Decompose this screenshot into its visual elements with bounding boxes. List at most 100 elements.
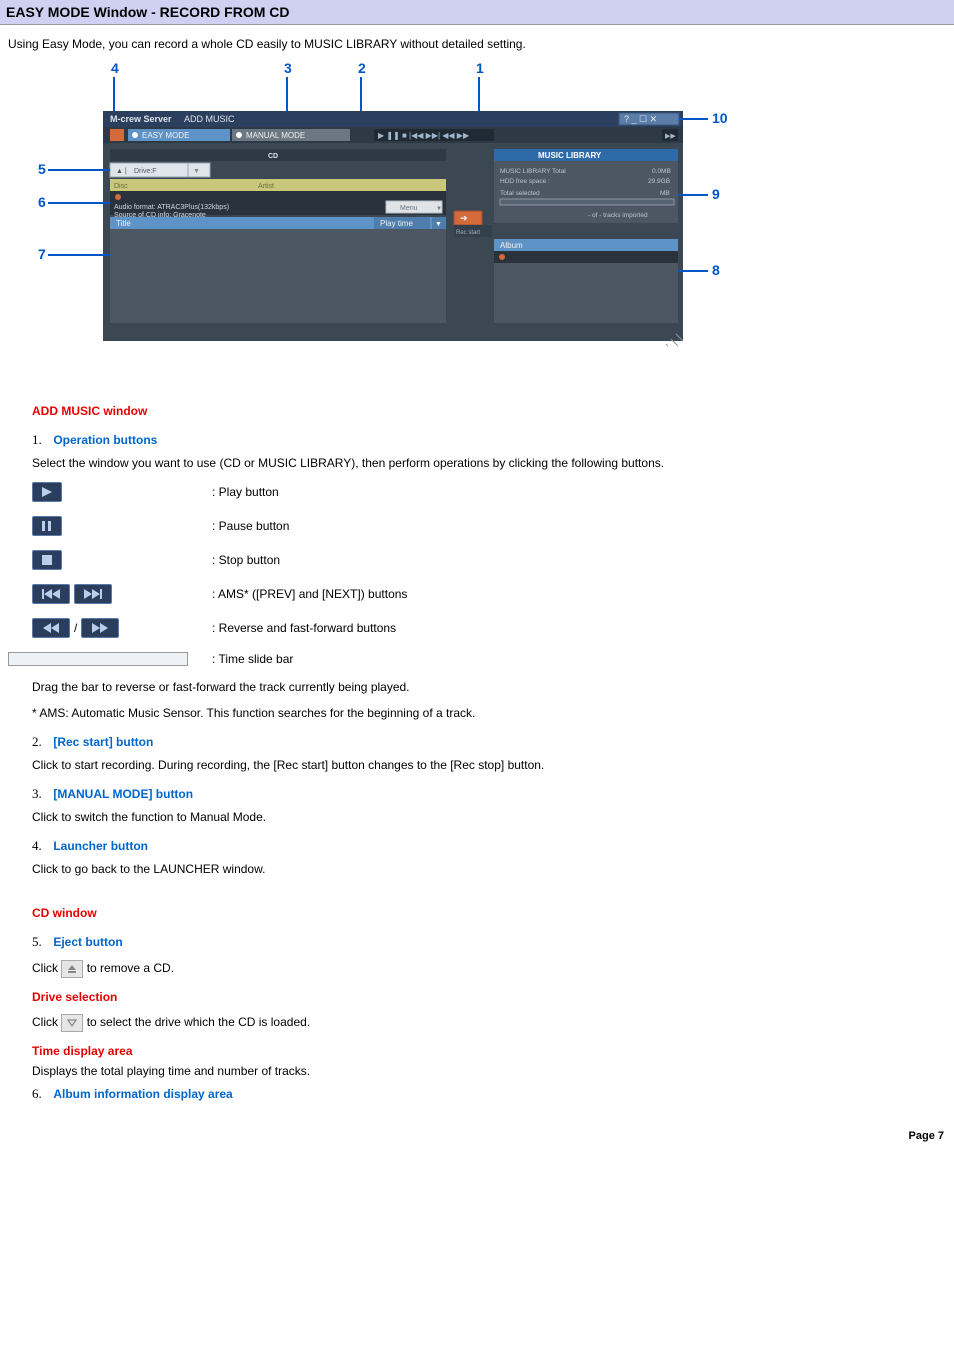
callout-6: 6 bbox=[38, 194, 46, 210]
step-1-desc: Select the window you want to use (CD or… bbox=[32, 456, 946, 470]
svg-text:Rec start: Rec start bbox=[456, 230, 480, 236]
eject-heading: Eject button bbox=[53, 935, 122, 949]
svg-text:➔: ➔ bbox=[460, 213, 468, 223]
play-row: : Play button bbox=[32, 482, 946, 502]
svg-text:CD: CD bbox=[268, 153, 278, 160]
svg-text:29.9GB: 29.9GB bbox=[648, 178, 670, 185]
stop-label: : Stop button bbox=[212, 553, 280, 567]
slash-separator: / bbox=[74, 621, 77, 635]
fastforward-icon bbox=[81, 618, 119, 638]
rewind-icon bbox=[32, 618, 70, 638]
svg-text:▶▶: ▶▶ bbox=[665, 133, 676, 140]
svg-text:MANUAL MODE: MANUAL MODE bbox=[246, 131, 305, 140]
svg-text:Title: Title bbox=[116, 219, 131, 228]
step-2: 2. [Rec start] button Click to start rec… bbox=[32, 734, 946, 772]
step-number: 6. bbox=[32, 1086, 50, 1102]
callout-1: 1 bbox=[476, 61, 484, 76]
callout-2: 2 bbox=[358, 61, 366, 76]
prev-track-icon bbox=[32, 584, 70, 604]
annotated-screenshot: 4 3 2 1 M-crew Server ADD MUSIC ? _ ☐ ✕ … bbox=[38, 61, 946, 354]
svg-text:Album: Album bbox=[500, 241, 523, 250]
drag-note: Drag the bar to reverse or fast-forward … bbox=[32, 680, 946, 694]
svg-text:▶ ❚❚ ■ |◀◀ ▶▶| ◀◀ ▶▶: ▶ ❚❚ ■ |◀◀ ▶▶| ◀◀ ▶▶ bbox=[378, 131, 470, 140]
timeslide-label: : Time slide bar bbox=[212, 652, 293, 666]
step-number: 3. bbox=[32, 786, 50, 802]
callout-8: 8 bbox=[712, 262, 720, 278]
callout-10: 10 bbox=[712, 110, 728, 126]
svg-text:Artist: Artist bbox=[258, 183, 274, 190]
svg-text:Menu: Menu bbox=[400, 205, 418, 212]
step-2-desc: Click to start recording. During recordi… bbox=[32, 758, 946, 772]
play-label: : Play button bbox=[212, 485, 279, 499]
step-6: 6. Album information display area bbox=[32, 1086, 946, 1102]
drive-suffix: to select the drive which the CD is load… bbox=[87, 1015, 310, 1029]
svg-text:Drive:F: Drive:F bbox=[134, 168, 157, 175]
manual-mode-heading: [MANUAL MODE] button bbox=[53, 787, 193, 801]
steps-list: 1. Operation buttons Select the window y… bbox=[8, 432, 946, 876]
step-number: 5. bbox=[32, 934, 50, 950]
step-1: 1. Operation buttons Select the window y… bbox=[32, 432, 946, 720]
album-info-heading: Album information display area bbox=[53, 1087, 232, 1101]
svg-text:Play time: Play time bbox=[380, 219, 413, 228]
svg-text:- of - tracks imported: - of - tracks imported bbox=[588, 212, 648, 219]
step-3: 3. [MANUAL MODE] button Click to switch … bbox=[32, 786, 946, 824]
content-area: Using Easy Mode, you can record a whole … bbox=[0, 25, 954, 1122]
timeslide-row: : Time slide bar bbox=[8, 652, 946, 666]
svg-text:HDD free space :: HDD free space : bbox=[500, 178, 550, 185]
svg-text:▼: ▼ bbox=[435, 221, 442, 228]
ams-row: : AMS* ([PREV] and [NEXT]) buttons bbox=[32, 584, 946, 604]
callout-4: 4 bbox=[111, 61, 119, 76]
rec-start-heading: [Rec start] button bbox=[53, 735, 153, 749]
add-music-window-heading: ADD MUSIC window bbox=[8, 404, 946, 418]
ams-footnote: * AMS: Automatic Music Sensor. This func… bbox=[32, 706, 946, 720]
step-5-desc: Click to remove a CD. bbox=[32, 960, 946, 978]
callout-9: 9 bbox=[712, 186, 720, 202]
svg-text:Disc: Disc bbox=[114, 183, 128, 190]
svg-text:MUSIC LIBRARY: MUSIC LIBRARY bbox=[538, 151, 602, 160]
svg-text:▲ |: ▲ | bbox=[116, 168, 127, 175]
revff-label: : Reverse and fast-forward buttons bbox=[212, 621, 396, 635]
eject-suffix: to remove a CD. bbox=[87, 961, 174, 975]
operation-buttons-heading: Operation buttons bbox=[53, 433, 157, 447]
button-table: : Play button : Pause button bbox=[32, 482, 946, 666]
svg-text:Audio format: ATRAC3Plus(132kb: Audio format: ATRAC3Plus(132kbps) bbox=[114, 204, 229, 211]
step-number: 1. bbox=[32, 432, 50, 448]
play-icon bbox=[32, 482, 62, 502]
step-3-desc: Click to switch the function to Manual M… bbox=[32, 810, 946, 824]
callout-5: 5 bbox=[38, 161, 46, 177]
launcher-heading: Launcher button bbox=[53, 839, 148, 853]
svg-text:▼: ▼ bbox=[193, 168, 200, 175]
pause-label: : Pause button bbox=[212, 519, 289, 533]
svg-text:MUSIC LIBRARY Total: MUSIC LIBRARY Total bbox=[500, 168, 566, 175]
callout-7: 7 bbox=[38, 246, 46, 262]
step-5: 5. Eject button Click to remove a CD. Dr… bbox=[32, 934, 946, 1078]
intro-text: Using Easy Mode, you can record a whole … bbox=[8, 37, 946, 51]
svg-text:MB: MB bbox=[660, 190, 670, 197]
page-number: Page 7 bbox=[0, 1122, 954, 1148]
svg-text:▼: ▼ bbox=[436, 206, 442, 212]
svg-text:Total selected: Total selected bbox=[500, 190, 540, 197]
diagram-svg: 4 3 2 1 M-crew Server ADD MUSIC ? _ ☐ ✕ … bbox=[38, 61, 738, 351]
dropdown-icon bbox=[61, 1014, 83, 1032]
step-number: 2. bbox=[32, 734, 50, 750]
drive-selection-heading: Drive selection bbox=[32, 990, 946, 1004]
time-display-desc: Displays the total playing time and numb… bbox=[32, 1064, 946, 1078]
svg-text:EASY MODE: EASY MODE bbox=[142, 131, 189, 140]
stop-row: : Stop button bbox=[32, 550, 946, 570]
svg-text:0.0MB: 0.0MB bbox=[652, 168, 671, 175]
pause-row: : Pause button bbox=[32, 516, 946, 536]
next-track-icon bbox=[74, 584, 112, 604]
pause-icon bbox=[32, 516, 62, 536]
cd-window-heading: CD window bbox=[8, 906, 946, 920]
eject-prefix: Click bbox=[32, 961, 61, 975]
svg-text:M-crew Server: M-crew Server bbox=[110, 114, 172, 124]
ams-label: : AMS* ([PREV] and [NEXT]) buttons bbox=[212, 587, 407, 601]
drive-prefix: Click bbox=[32, 1015, 61, 1029]
drive-selection-desc: Click to select the drive which the CD i… bbox=[32, 1014, 946, 1032]
svg-text:? _ ☐ ✕: ? _ ☐ ✕ bbox=[624, 114, 657, 124]
svg-text:ADD MUSIC: ADD MUSIC bbox=[184, 114, 235, 124]
eject-icon bbox=[61, 960, 83, 978]
callout-3: 3 bbox=[284, 61, 292, 76]
step-4-desc: Click to go back to the LAUNCHER window. bbox=[32, 862, 946, 876]
step-number: 4. bbox=[32, 838, 50, 854]
